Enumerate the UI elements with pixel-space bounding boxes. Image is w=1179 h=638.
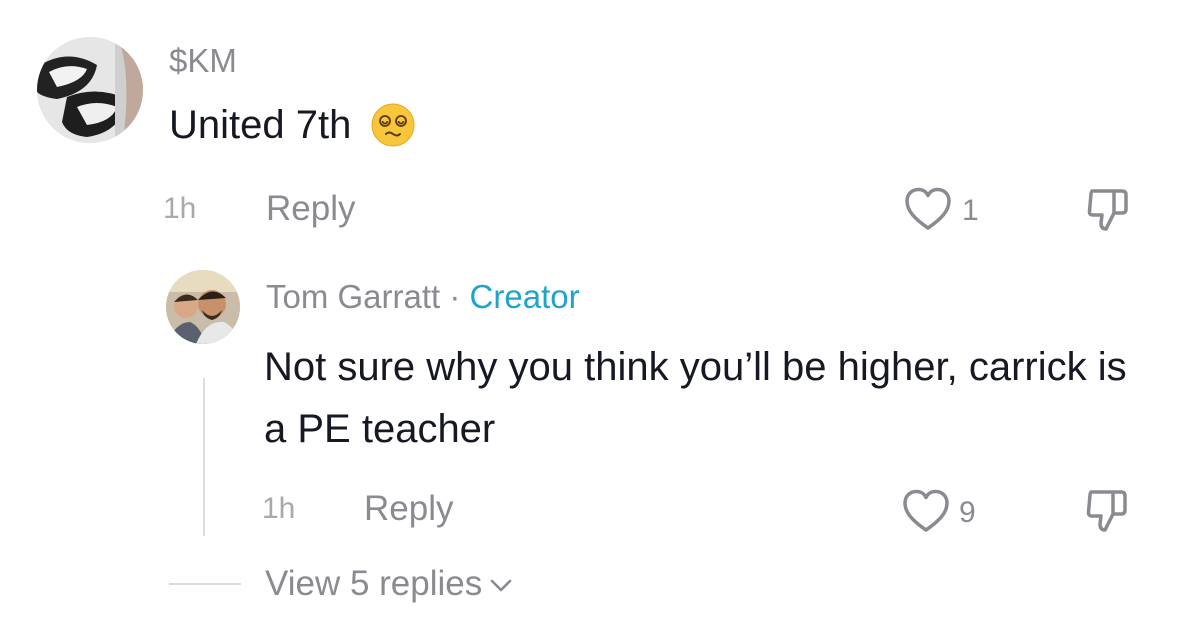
- like-count: 9: [959, 496, 976, 529]
- reply-timestamp: 1h: [262, 492, 296, 525]
- reply-body: Not sure why you think you’ll be higher,…: [264, 345, 1127, 451]
- divider-line: [169, 583, 241, 585]
- avatar-image: [166, 270, 240, 344]
- heart-icon[interactable]: [903, 186, 953, 232]
- thumbs-down-icon[interactable]: [1083, 486, 1131, 534]
- comment-username[interactable]: $KM: [169, 41, 237, 81]
- comment-text: United 7th: [169, 101, 415, 149]
- comment-body: United 7th: [169, 103, 352, 147]
- creator-badge: Creator: [469, 278, 580, 315]
- dizzy-face-emoji-icon: [371, 103, 415, 147]
- separator-dot: ·: [449, 278, 470, 315]
- comment-timestamp: 1h: [163, 192, 197, 225]
- reply-button[interactable]: Reply: [266, 188, 355, 230]
- heart-icon[interactable]: [901, 488, 951, 534]
- avatar-image: [37, 37, 143, 143]
- view-replies-button[interactable]: View 5 replies: [265, 563, 512, 605]
- reply-button[interactable]: Reply: [364, 488, 453, 530]
- reply-username[interactable]: Tom Garratt: [266, 278, 440, 315]
- view-replies-label: View 5 replies: [265, 564, 483, 603]
- like-count: 1: [962, 194, 979, 227]
- commenter-avatar[interactable]: [37, 37, 143, 143]
- thread-line: [203, 378, 205, 536]
- thumbs-down-icon[interactable]: [1084, 185, 1132, 233]
- chevron-down-icon: [490, 579, 512, 593]
- creator-avatar[interactable]: [166, 270, 240, 344]
- reply-author-line: Tom Garratt · Creator: [266, 277, 580, 317]
